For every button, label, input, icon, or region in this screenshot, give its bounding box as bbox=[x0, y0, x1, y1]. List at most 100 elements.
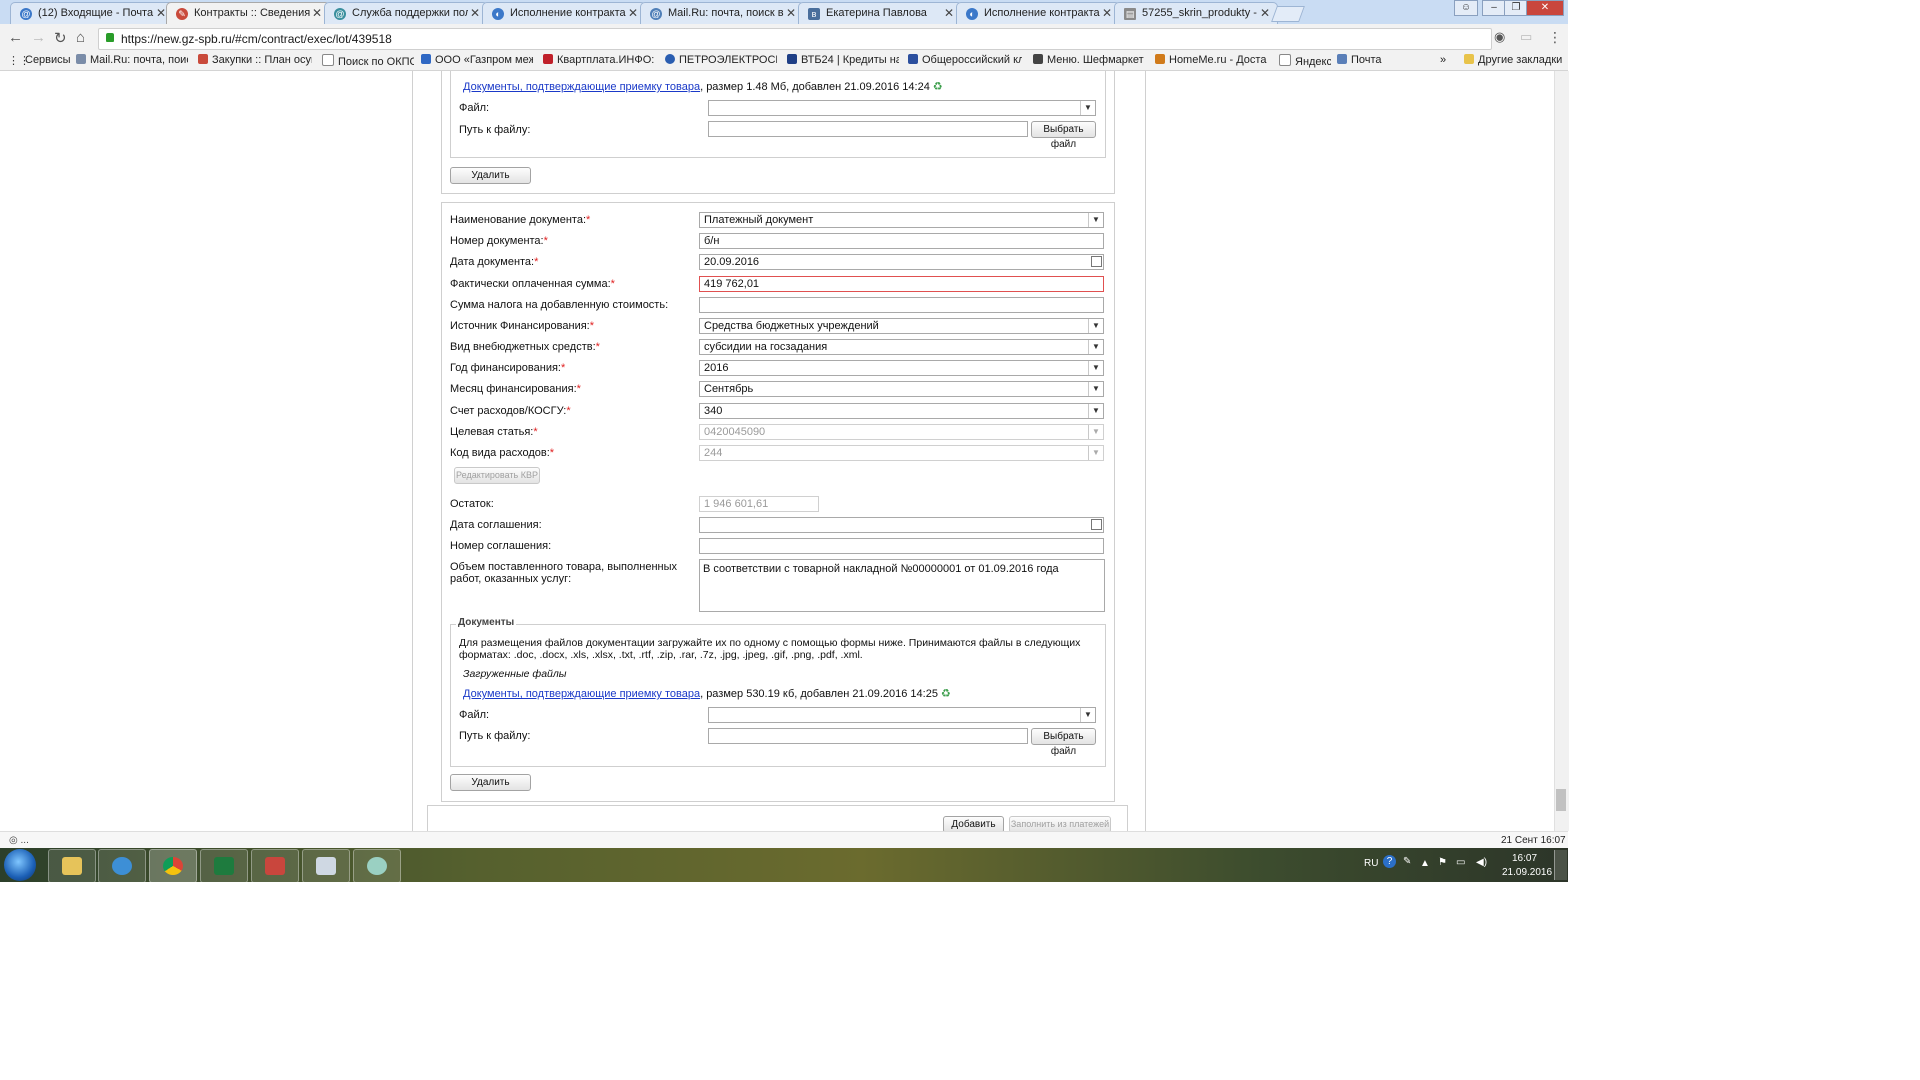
clock-time[interactable]: 16:07 bbox=[1512, 853, 1537, 864]
close-icon[interactable]: ✕ bbox=[470, 6, 480, 20]
file-path-input[interactable] bbox=[708, 121, 1028, 137]
tab-vk-profile[interactable]: в Екатерина Павлова ✕ bbox=[798, 2, 962, 24]
paid-amount-input[interactable]: 419 762,01 bbox=[699, 276, 1104, 292]
network-icon[interactable]: ▭ bbox=[1456, 857, 1465, 868]
help-icon[interactable]: ? bbox=[1383, 855, 1396, 868]
bookmark-label: Mail.Ru: почта, поиск bbox=[90, 54, 188, 66]
choose-file-button[interactable]: Выбрать файл bbox=[1031, 121, 1096, 150]
maximize-button[interactable]: ❐ bbox=[1504, 0, 1528, 16]
home-icon[interactable]: ⌂ bbox=[76, 29, 85, 46]
bookmark-item[interactable]: Закупки :: План осущ bbox=[198, 54, 312, 66]
choose-file-button[interactable]: Выбрать файл bbox=[1031, 728, 1096, 757]
tab-skrin-produkty[interactable]: ▤ 57255_skrin_produkty - Я ✕ bbox=[1114, 2, 1278, 24]
tab-label: Контракты :: Сведения о bbox=[194, 7, 310, 19]
delete-file-icon[interactable]: ♻ bbox=[933, 81, 943, 93]
bookmark-item[interactable]: Яндекс bbox=[1279, 54, 1331, 68]
bookmark-item[interactable]: ООО «Газпром межр bbox=[421, 54, 533, 66]
uploaded-file-link[interactable]: Документы, подтверждающие приемку товара bbox=[463, 688, 700, 700]
expense-kind-select: 244 ▼ bbox=[699, 445, 1104, 461]
bookmark-item[interactable]: Mail.Ru: почта, поиск bbox=[76, 54, 188, 66]
delete-button[interactable]: Удалить bbox=[450, 167, 531, 184]
paint-icon bbox=[367, 857, 387, 875]
close-icon[interactable]: ✕ bbox=[312, 6, 322, 20]
funding-year-select[interactable]: 2016 ▼ bbox=[699, 360, 1104, 376]
agreement-date-input[interactable] bbox=[699, 517, 1104, 533]
bookmark-item[interactable]: Сервисы bbox=[25, 54, 71, 66]
minimize-button[interactable]: – bbox=[1482, 0, 1506, 16]
tab-contract-exec-1[interactable]: ◐ Исполнение контракта ✕ bbox=[482, 2, 646, 24]
file-select[interactable]: ▼ bbox=[708, 707, 1096, 723]
tab-mail-search[interactable]: @ Mail.Ru: почта, поиск в ✕ bbox=[640, 2, 804, 24]
app2-taskbar-button[interactable] bbox=[302, 849, 350, 883]
ie-taskbar-button[interactable] bbox=[98, 849, 146, 883]
chrome-taskbar-button[interactable] bbox=[149, 849, 197, 883]
doc-name-select[interactable]: Платежный документ ▼ bbox=[699, 212, 1104, 228]
new-tab-button[interactable] bbox=[1271, 6, 1305, 22]
bookmark-item[interactable]: Общероссийский кла bbox=[908, 54, 1022, 66]
flag-icon[interactable]: ⚑ bbox=[1438, 857, 1447, 868]
user-icon[interactable]: ☺ bbox=[1454, 0, 1478, 16]
tab-contracts[interactable]: ✎ Контракты :: Сведения о ✕ bbox=[166, 2, 330, 24]
delete-button[interactable]: Удалить bbox=[450, 774, 531, 791]
close-window-button[interactable]: ✕ bbox=[1526, 0, 1564, 16]
close-icon[interactable]: ✕ bbox=[628, 6, 638, 20]
tab-mail-inbox[interactable]: @ (12) Входящие - Почта Mail.Ru ✕ bbox=[10, 2, 174, 24]
folder-icon bbox=[1464, 54, 1474, 64]
close-icon[interactable]: ✕ bbox=[786, 6, 796, 20]
bookmark-item[interactable]: ПЕТРОЭЛЕКТРОСБЫТ bbox=[665, 54, 777, 66]
address-bar[interactable]: https://new.gz-spb.ru/#cm/contract/exec/… bbox=[98, 28, 1492, 50]
back-icon[interactable]: ← bbox=[8, 29, 23, 46]
expense-account-select[interactable]: 340 ▼ bbox=[699, 403, 1104, 419]
tab-contract-exec-2[interactable]: ◐ Исполнение контракта ✕ bbox=[956, 2, 1120, 24]
doc-date-input[interactable]: 20.09.2016 bbox=[699, 254, 1104, 270]
extrabudget-type-select[interactable]: субсидии на госзадания ▼ bbox=[699, 339, 1104, 355]
explorer-taskbar-button[interactable] bbox=[48, 849, 96, 883]
volume-textarea[interactable]: В соответствии с товарной накладной №000… bbox=[699, 559, 1105, 612]
delete-file-icon[interactable]: ♻ bbox=[941, 688, 951, 700]
bookmark-item[interactable]: Поиск по ОКПО bbox=[322, 54, 414, 68]
extension-icon-2[interactable]: ▭ bbox=[1520, 29, 1532, 45]
calendar-icon[interactable] bbox=[1091, 256, 1102, 267]
bookmarks-overflow-button[interactable]: » bbox=[1440, 54, 1446, 66]
doc-number-input[interactable]: б/н bbox=[699, 233, 1104, 249]
person-icon bbox=[316, 857, 336, 875]
show-desktop-button[interactable] bbox=[1554, 850, 1567, 880]
file-select[interactable]: ▼ bbox=[708, 100, 1096, 116]
classifier-icon bbox=[908, 54, 918, 64]
close-icon[interactable]: ✕ bbox=[1260, 6, 1270, 20]
clock-date[interactable]: 21.09.2016 bbox=[1502, 867, 1552, 878]
vat-amount-input[interactable] bbox=[699, 297, 1104, 313]
app3-taskbar-button[interactable] bbox=[353, 849, 401, 883]
extension-icon[interactable]: ◉ bbox=[1494, 29, 1505, 45]
scrollbar-thumb[interactable] bbox=[1556, 789, 1566, 811]
funding-source-select[interactable]: Средства бюджетных учреждений ▼ bbox=[699, 318, 1104, 334]
scrollbar-track[interactable] bbox=[1554, 71, 1569, 831]
forward-icon[interactable]: → bbox=[31, 29, 46, 46]
pen-icon[interactable]: ✎ bbox=[1403, 856, 1411, 867]
calendar-icon[interactable] bbox=[1091, 519, 1102, 530]
volume-icon[interactable]: ◀) bbox=[1476, 857, 1487, 868]
bookmark-item[interactable]: Почта bbox=[1337, 54, 1389, 66]
reload-icon[interactable]: ↻ bbox=[54, 29, 67, 47]
close-icon[interactable]: ✕ bbox=[944, 6, 954, 20]
file-path-input[interactable] bbox=[708, 728, 1028, 744]
funding-month-select[interactable]: Сентябрь ▼ bbox=[699, 381, 1104, 397]
language-indicator[interactable]: RU bbox=[1364, 858, 1378, 869]
tray-expand-icon[interactable]: ▲ bbox=[1420, 858, 1430, 869]
menu-icon[interactable]: ⋮ bbox=[1548, 29, 1562, 46]
bookmark-item[interactable]: HomeMe.ru - Достав bbox=[1155, 54, 1267, 66]
bookmark-item[interactable]: Квартплата.ИНФО: Н bbox=[543, 54, 655, 66]
uploaded-file-link[interactable]: Документы, подтверждающие приемку товара bbox=[463, 81, 700, 93]
other-bookmarks[interactable]: Другие закладки bbox=[1464, 54, 1564, 66]
close-icon[interactable]: ✕ bbox=[156, 6, 166, 20]
tab-label: 57255_skrin_produkty - Я bbox=[1142, 7, 1258, 19]
bookmark-item[interactable]: Меню. Шефмаркет - bbox=[1033, 54, 1145, 66]
bookmark-item[interactable]: ВТБ24 | Кредиты нал bbox=[787, 54, 899, 66]
close-icon[interactable]: ✕ bbox=[1102, 6, 1112, 20]
start-button[interactable] bbox=[4, 849, 36, 881]
edit-kvr-button[interactable]: Редактировать КВР bbox=[454, 467, 540, 484]
tab-support[interactable]: @ Служба поддержки пол ✕ bbox=[324, 2, 488, 24]
app-taskbar-button[interactable] bbox=[251, 849, 299, 883]
excel-taskbar-button[interactable] bbox=[200, 849, 248, 883]
agreement-number-input[interactable] bbox=[699, 538, 1104, 554]
